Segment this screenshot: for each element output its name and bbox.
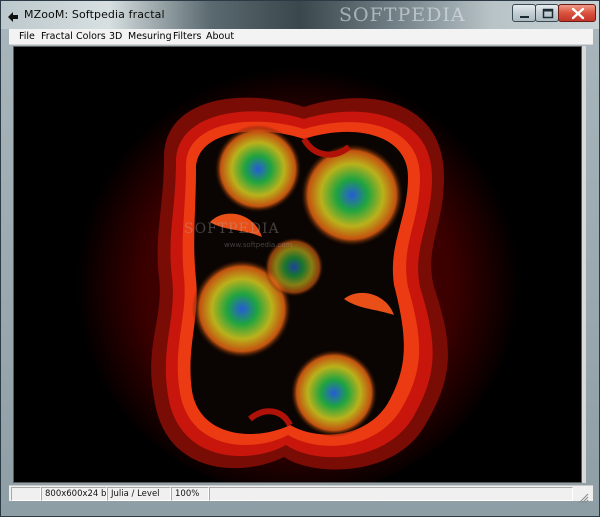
minimize-button[interactable] xyxy=(512,4,536,22)
status-zoom: 100% xyxy=(171,487,209,501)
minimize-icon xyxy=(520,16,529,18)
menu-file[interactable]: File xyxy=(19,31,35,42)
close-button[interactable] xyxy=(558,4,596,22)
status-cell-blank-right xyxy=(209,487,573,501)
image-watermark-url: www.softpedia.com xyxy=(224,241,293,249)
menu-mesuring[interactable]: Mesuring xyxy=(128,31,172,42)
fractal-canvas[interactable]: SOFTPEDIA www.softpedia.com xyxy=(13,46,582,483)
status-resolution: 800x600x24 bit xyxy=(41,487,107,501)
app-window: MZooM: Softpedia fractal SOFTPEDIA File … xyxy=(0,0,600,517)
menu-filters[interactable]: Filters xyxy=(173,31,201,42)
resize-grip-icon[interactable] xyxy=(575,488,589,504)
menu-fractal[interactable]: Fractal xyxy=(41,31,73,42)
title-bar[interactable]: MZooM: Softpedia fractal SOFTPEDIA xyxy=(1,1,599,29)
close-icon xyxy=(571,7,585,20)
status-fractal-type: Julia / Level xyxy=(107,487,171,501)
maximize-button[interactable] xyxy=(535,4,559,22)
maximize-icon xyxy=(542,8,554,19)
image-watermark: SOFTPEDIA xyxy=(184,221,280,237)
app-icon[interactable] xyxy=(7,8,19,22)
menu-colors[interactable]: Colors xyxy=(76,31,106,42)
window-title: MZooM: Softpedia fractal xyxy=(24,8,165,21)
vertical-scrollbar[interactable] xyxy=(582,46,586,483)
menu-bar: File Fractal Colors 3D Mesuring Filters … xyxy=(9,29,593,45)
status-cell-blank-left xyxy=(11,487,41,501)
menu-about[interactable]: About xyxy=(206,31,234,42)
fractal-image xyxy=(14,47,581,482)
menu-3d[interactable]: 3D xyxy=(109,31,122,42)
title-watermark: SOFTPEDIA xyxy=(339,4,466,26)
status-bar: 800x600x24 bit Julia / Level 100% xyxy=(9,485,593,504)
